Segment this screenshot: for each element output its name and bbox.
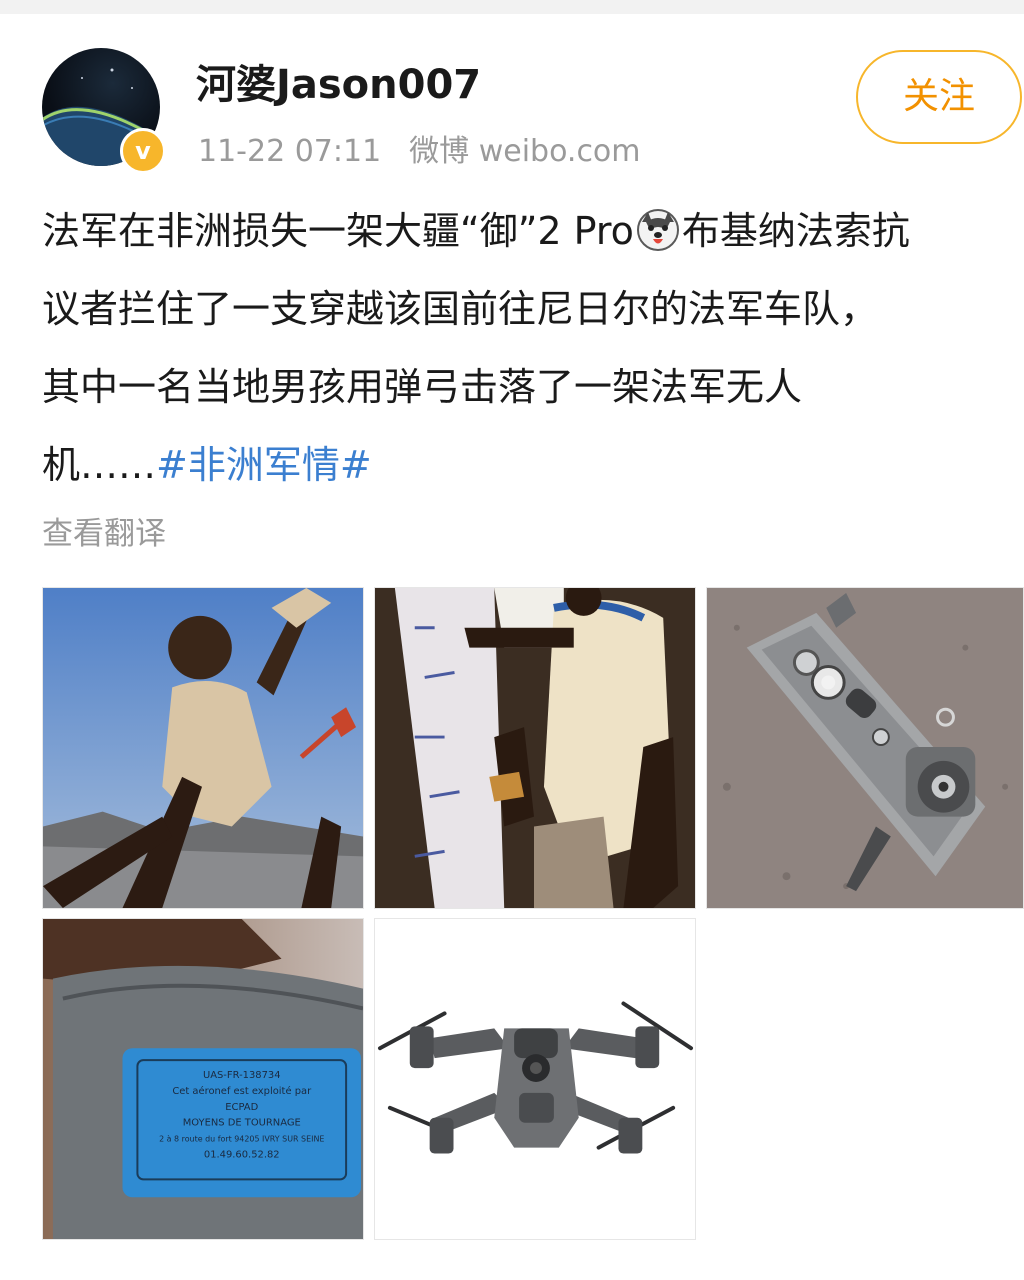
label-line-1: UAS-FR-138734 bbox=[203, 1070, 281, 1081]
follow-button[interactable]: 关注 bbox=[856, 50, 1022, 144]
label-line-6: 01.49.60.52.82 bbox=[204, 1150, 280, 1161]
post-source: 微博 weibo.com bbox=[409, 134, 641, 169]
post-image-2[interactable] bbox=[374, 587, 696, 909]
status-bar-strip bbox=[0, 0, 1024, 14]
label-line-2: Cet aéronef est exploité par bbox=[172, 1085, 312, 1097]
post-line-4: 机……#非洲军情# bbox=[42, 426, 1024, 504]
post-body: 法军在非洲损失一架大疆“御”2 Pro 布基纳法索抗 议者拦住了一支穿越该国前往… bbox=[42, 192, 1024, 504]
post-image-5[interactable] bbox=[374, 918, 696, 1240]
label-line-3: ECPAD bbox=[225, 1102, 258, 1113]
post-text-1b: 布基纳法索抗 bbox=[681, 209, 910, 253]
dog-face-emoji-icon bbox=[636, 200, 680, 251]
post-meta: 11-22 07:11 微博 weibo.com bbox=[198, 126, 641, 170]
post-image-1[interactable] bbox=[42, 587, 364, 909]
post-line-3: 其中一名当地男孩用弹弓击落了一架法军无人 bbox=[42, 365, 803, 409]
label-line-4: MOYENS DE TOURNAGE bbox=[183, 1118, 301, 1129]
post-image-3[interactable] bbox=[706, 587, 1024, 909]
verified-badge-icon: v bbox=[120, 128, 166, 174]
post-time: 11-22 07:11 bbox=[198, 134, 382, 169]
label-line-5: 2 à 8 route du fort 94205 IVRY SUR SEINE bbox=[159, 1135, 324, 1144]
post-image-4[interactable]: UAS-FR-138734 Cet aéronef est exploité p… bbox=[42, 918, 364, 1240]
post-line-1: 法军在非洲损失一架大疆“御”2 Pro 布基纳法索抗 bbox=[42, 192, 1024, 270]
post-text-1a: 法军在非洲损失一架大疆“御”2 Pro bbox=[42, 209, 634, 253]
post-line-2: 议者拦住了一支穿越该国前往尼日尔的法军车队， bbox=[42, 287, 879, 331]
hashtag-link[interactable]: #非洲军情# bbox=[156, 443, 372, 487]
post-text-4: 机…… bbox=[42, 443, 157, 487]
username[interactable]: 河婆Jason007 bbox=[196, 52, 481, 110]
view-translation-link[interactable]: 查看翻译 bbox=[42, 508, 166, 553]
